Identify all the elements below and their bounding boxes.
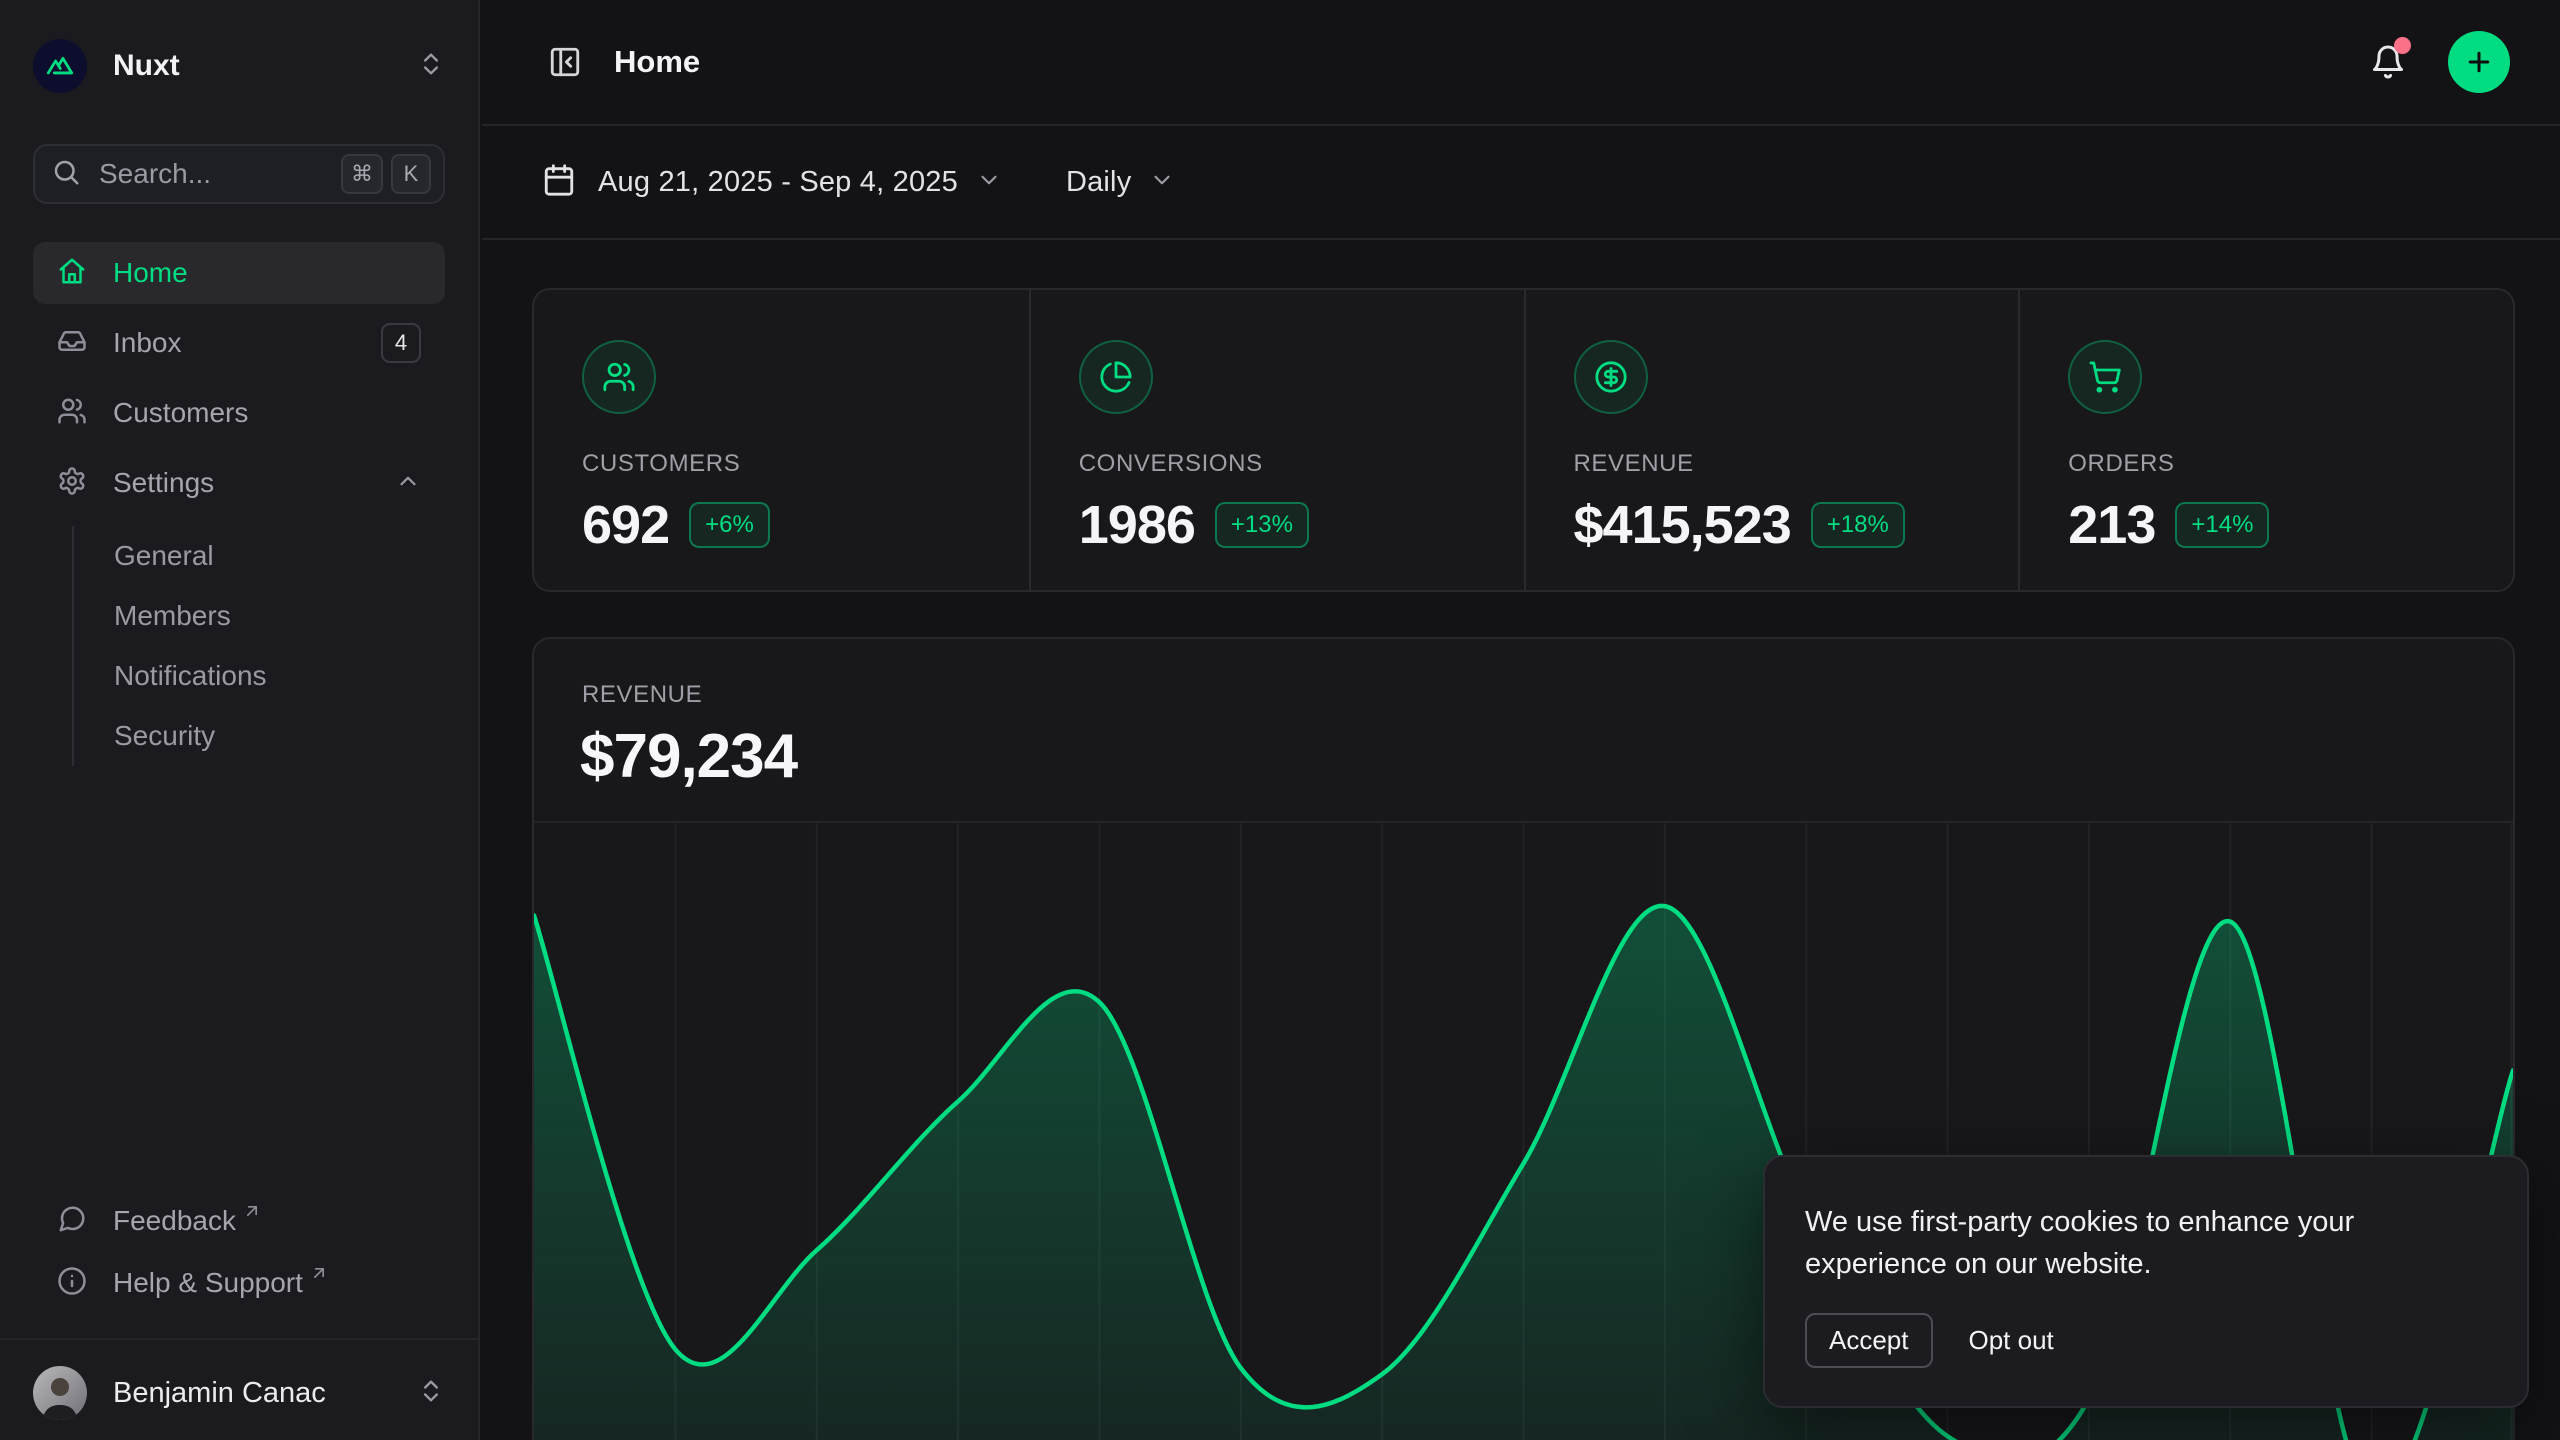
- period-value: Daily: [1066, 166, 1131, 199]
- stat-value: $415,523: [1574, 494, 1791, 556]
- stat-value: 1986: [1079, 494, 1195, 556]
- dashboard-root: Nuxt Search... ⌘ K Home: [0, 0, 2560, 1440]
- external-link-icon: [309, 1263, 329, 1288]
- revenue-chart-label: REVENUE: [582, 681, 702, 709]
- sidebar: Nuxt Search... ⌘ K Home: [0, 0, 480, 1440]
- notifications-button[interactable]: [2366, 40, 2410, 84]
- date-range-value: Aug 21, 2025 - Sep 4, 2025: [598, 166, 958, 199]
- inbox-icon: [57, 326, 87, 361]
- stat-delta-badge: +13%: [1215, 502, 1309, 548]
- help-support-label: Help & Support: [113, 1267, 303, 1299]
- sidebar-item-settings[interactable]: Settings: [33, 452, 445, 514]
- cookie-message: We use first-party cookies to enhance yo…: [1805, 1201, 2411, 1285]
- feedback-label: Feedback: [113, 1205, 236, 1237]
- pie-chart-icon: [1079, 340, 1153, 414]
- search-icon: [51, 157, 81, 192]
- kbd-cmd: ⌘: [341, 154, 383, 194]
- sidebar-item-customers[interactable]: Customers: [33, 382, 445, 444]
- sidebar-item-notifications[interactable]: Notifications: [114, 646, 445, 706]
- sidebar-item-members[interactable]: Members: [114, 586, 445, 646]
- help-support-link[interactable]: Help & Support: [33, 1254, 445, 1312]
- inbox-count-badge: 4: [381, 323, 421, 363]
- date-range-picker[interactable]: Aug 21, 2025 - Sep 4, 2025: [542, 163, 1002, 202]
- notification-dot: [2394, 37, 2411, 54]
- stat-delta-badge: +6%: [689, 502, 770, 548]
- page-header: Home: [482, 0, 2560, 126]
- sidebar-item-label: Settings: [113, 467, 214, 499]
- user-menu[interactable]: Benjamin Canac: [33, 1346, 445, 1440]
- stat-customers: CUSTOMERS 692 +6%: [534, 290, 1029, 590]
- chevron-up-icon: [395, 468, 421, 499]
- calendar-icon: [542, 163, 576, 202]
- stat-orders: ORDERS 213 +14%: [2018, 290, 2513, 590]
- opt-out-button[interactable]: Opt out: [1969, 1325, 2054, 1356]
- cookie-actions: Accept Opt out: [1805, 1313, 2487, 1368]
- stat-revenue: REVENUE $415,523 +18%: [1524, 290, 2019, 590]
- sidebar-item-label: Home: [113, 257, 188, 289]
- gear-icon: [57, 466, 87, 501]
- chevrons-up-down-icon: [417, 50, 445, 83]
- header-actions: [2366, 31, 2510, 93]
- user-name: Benjamin Canac: [113, 1377, 326, 1410]
- users-icon: [582, 340, 656, 414]
- period-select[interactable]: Daily: [1066, 166, 1175, 199]
- sidebar-divider: [0, 1338, 478, 1340]
- home-icon: [57, 256, 87, 291]
- sidebar-item-home[interactable]: Home: [33, 242, 445, 304]
- stat-value: 213: [2068, 494, 2155, 556]
- settings-subnav: General Members Notifications Security: [72, 526, 445, 766]
- users-icon: [57, 396, 87, 431]
- add-button[interactable]: [2448, 31, 2510, 93]
- stats-row: CUSTOMERS 692 +6% CONVERSIONS 1986 +13%: [532, 288, 2515, 592]
- stat-delta-badge: +18%: [1811, 502, 1905, 548]
- avatar: [33, 1366, 87, 1420]
- page-title: Home: [614, 44, 700, 80]
- feedback-link[interactable]: Feedback: [33, 1192, 445, 1250]
- external-link-icon: [242, 1201, 262, 1226]
- sidebar-collapse-button[interactable]: [542, 39, 588, 85]
- chevron-down-icon: [1149, 167, 1175, 198]
- sidebar-item-inbox[interactable]: Inbox 4: [33, 312, 445, 374]
- search-shortcut: ⌘ K: [341, 154, 431, 194]
- stat-delta-badge: +14%: [2175, 502, 2269, 548]
- stat-label: ORDERS: [2068, 450, 2473, 478]
- sidebar-item-general[interactable]: General: [114, 526, 445, 586]
- sidebar-nav: Home Inbox 4 Customers Settings: [33, 242, 445, 766]
- kbd-k: K: [391, 154, 431, 194]
- stat-value: 692: [582, 494, 669, 556]
- chat-bubble-icon: [57, 1204, 87, 1239]
- stat-label: CUSTOMERS: [582, 450, 989, 478]
- search-placeholder: Search...: [99, 158, 211, 190]
- info-circle-icon: [57, 1266, 87, 1301]
- team-switcher[interactable]: Nuxt: [33, 34, 445, 98]
- stat-label: REVENUE: [1574, 450, 1979, 478]
- stat-conversions: CONVERSIONS 1986 +13%: [1029, 290, 1524, 590]
- stat-label: CONVERSIONS: [1079, 450, 1484, 478]
- sidebar-item-security[interactable]: Security: [114, 706, 445, 766]
- sidebar-footer: Feedback Help & Support: [33, 1192, 445, 1328]
- cookie-banner: We use first-party cookies to enhance yo…: [1763, 1155, 2529, 1408]
- accept-button[interactable]: Accept: [1805, 1313, 1933, 1368]
- chevron-down-icon: [976, 167, 1002, 198]
- search-input[interactable]: Search... ⌘ K: [33, 144, 445, 204]
- filters-toolbar: Aug 21, 2025 - Sep 4, 2025 Daily: [482, 126, 2560, 240]
- chevrons-up-down-icon: [417, 1377, 445, 1410]
- sidebar-item-label: Customers: [113, 397, 248, 429]
- sidebar-item-label: Inbox: [113, 327, 182, 359]
- revenue-chart-value: $79,234: [580, 721, 797, 792]
- plus-icon: [2464, 47, 2494, 77]
- cart-icon: [2068, 340, 2142, 414]
- nuxt-logo: [33, 39, 87, 93]
- team-name: Nuxt: [113, 49, 180, 83]
- dollar-circle-icon: [1574, 340, 1648, 414]
